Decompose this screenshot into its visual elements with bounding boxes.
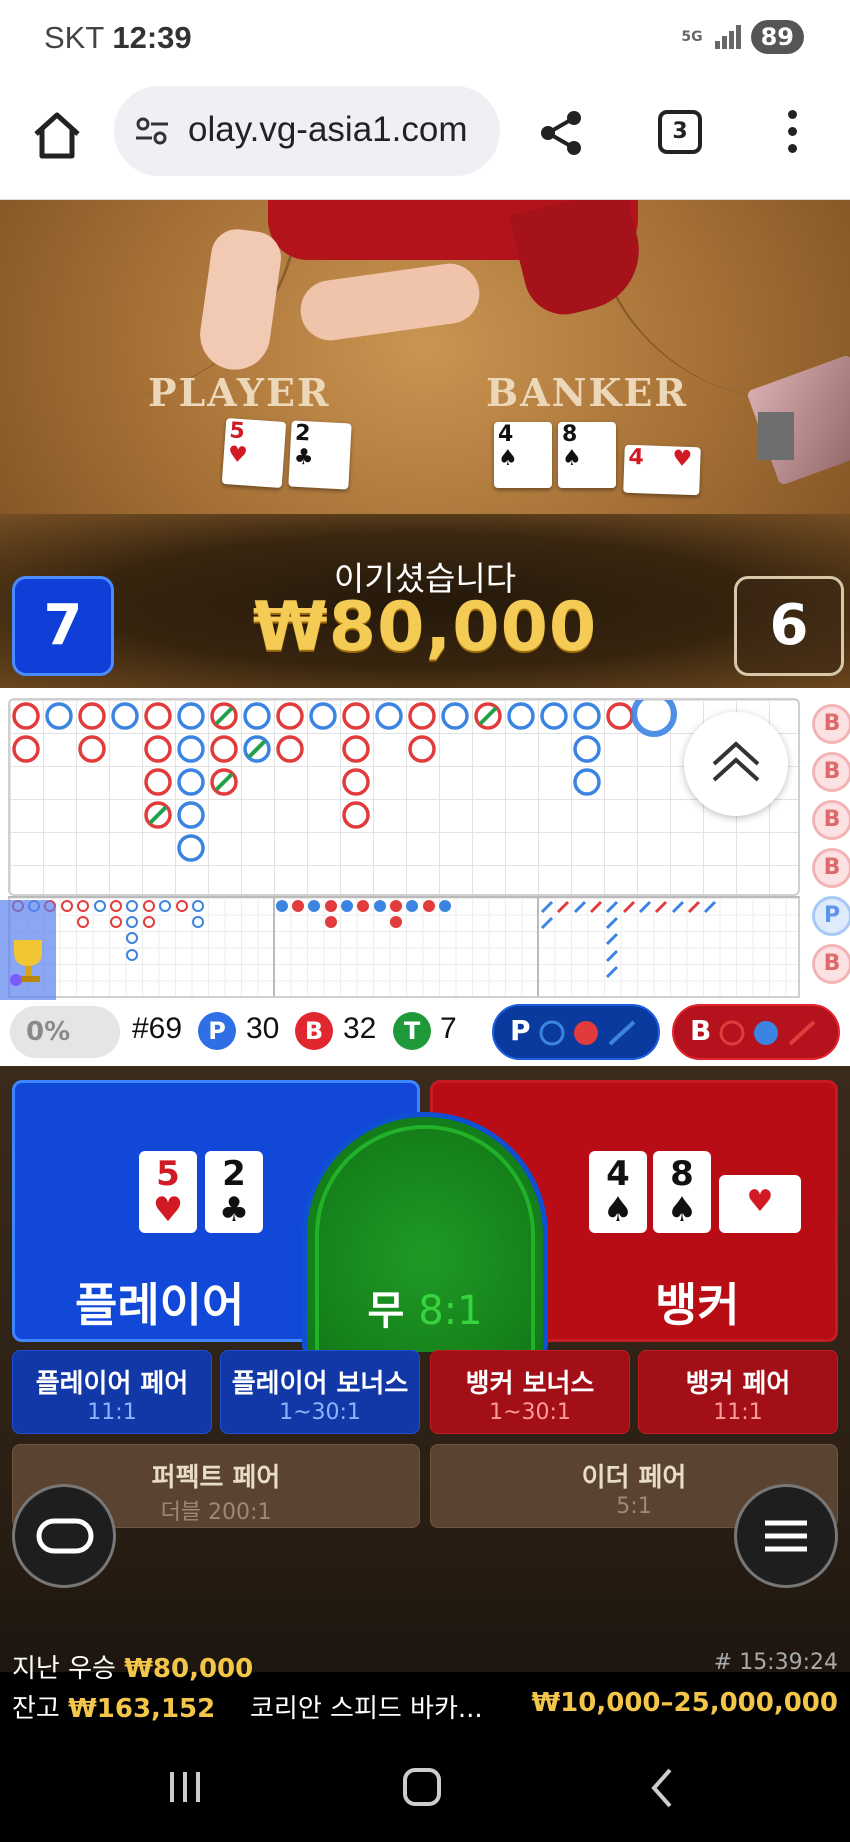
banker-card: ♥ (719, 1175, 801, 1233)
player-card: 5 ♥ (139, 1151, 197, 1233)
stats-bar: 0% #69 P 30 B 32 T 7 P B (0, 1000, 850, 1066)
chat-button[interactable] (12, 1484, 116, 1588)
player-bonus-bet[interactable]: 플레이어 보너스 1~30:1 (220, 1350, 420, 1434)
table-card: 4 ♥ (623, 444, 701, 496)
last-win: 지난 우승 ₩80,000 (12, 1654, 254, 1684)
banker-count-icon: B (295, 1012, 333, 1050)
derived-roads[interactable] (8, 896, 800, 998)
banker-bonus-bet[interactable]: 뱅커 보너스 1~30:1 (430, 1350, 630, 1434)
banker-predict-button[interactable]: B (672, 1004, 840, 1060)
chat-icon (36, 1518, 94, 1554)
bead-item: B (812, 704, 850, 744)
network-5g-icon: 5G (681, 29, 703, 45)
player-count-icon: P (198, 1012, 236, 1050)
bead-item: B (812, 944, 850, 984)
bead-item: B (812, 752, 850, 792)
table-card: 2 ♣ (288, 420, 352, 490)
banker-score: 6 (734, 576, 844, 676)
banker-pair-bet[interactable]: 뱅커 페어 11:1 (638, 1350, 838, 1434)
table-card: 8 ♠ (558, 422, 616, 488)
site-settings-icon[interactable] (134, 116, 170, 146)
tab-switcher-button[interactable]: 3 (658, 110, 702, 154)
player-count: 30 (246, 1012, 280, 1045)
clock: 12:39 (112, 20, 192, 55)
betting-area: 5 ♥ 2 ♣ 플레이어 4 ♠ 8 ♠ ♥ 뱅커 무 8:1 플레이어 페어 11:1… (0, 1066, 850, 1672)
banker-card: 8 ♠ (653, 1151, 711, 1233)
menu-button[interactable] (734, 1484, 838, 1588)
balance: 잔고 ₩163,152 (12, 1694, 216, 1724)
player-score: 7 (12, 576, 114, 676)
carrier: SKT (44, 20, 104, 55)
url-text: olay.vg-asia1.com (188, 110, 468, 149)
progress-percent: 0% (10, 1006, 120, 1058)
last-win-amount: ₩80,000 (124, 1654, 254, 1684)
collapse-roadmap-button[interactable] (684, 712, 788, 816)
bead-road-strip: B B B B P B (808, 698, 850, 998)
address-bar[interactable]: olay.vg-asia1.com (114, 86, 500, 176)
more-menu-icon[interactable] (782, 110, 802, 160)
bet-limits: ₩10,000–25,000,000 (531, 1688, 839, 1718)
banker-card: 4 ♠ (589, 1151, 647, 1233)
hamburger-icon (765, 1520, 807, 1552)
back-icon (651, 1768, 672, 1808)
status-bar: SKT 12:39 5G 89 (0, 0, 850, 80)
table-card: 5 ♥ (221, 417, 287, 489)
share-icon[interactable] (536, 108, 586, 158)
bead-item: B (812, 800, 850, 840)
status-carrier-time: SKT 12:39 (44, 20, 192, 56)
recent-apps-icon (170, 1772, 200, 1802)
predict-icons (719, 1020, 816, 1046)
dealer-hand (296, 259, 484, 345)
bead-item: B (812, 848, 850, 888)
big-road[interactable] (8, 698, 800, 896)
table-name: 코리안 스피드 바카... (250, 1694, 483, 1724)
tie-bet-label: 무 8:1 (367, 1288, 483, 1334)
system-nav-bar (0, 1730, 850, 1842)
player-predict-button[interactable]: P (492, 1004, 660, 1060)
balance-amount: ₩163,152 (68, 1694, 216, 1724)
round-number: #69 (132, 1012, 183, 1045)
table-banker-label: BANKER (486, 370, 688, 415)
home-icon[interactable] (30, 108, 84, 162)
bead-item: P (812, 896, 850, 936)
player-pair-bet[interactable]: 플레이어 페어 11:1 (12, 1350, 212, 1434)
derived-road-marks (12, 900, 717, 979)
table-card: 4 ♠ (494, 422, 552, 488)
win-amount: ₩80,000 (252, 588, 598, 667)
tie-odds: 8:1 (418, 1288, 483, 1334)
battery-indicator: 89 (750, 20, 804, 54)
signal-icon (713, 25, 741, 49)
game-info-footer: 지난 우승 ₩80,000 # 15:39:24 잔고 ₩163,152 코리안… (0, 1638, 850, 1738)
round-timestamp: # 15:39:24 (713, 1650, 838, 1675)
player-card: 2 ♣ (205, 1151, 263, 1233)
status-icons: 5G 89 (681, 20, 804, 54)
nav-icons (170, 1768, 672, 1808)
table-player-label: PLAYER (148, 370, 331, 415)
predict-icons (539, 1020, 636, 1046)
home-nav-icon (403, 1768, 441, 1806)
big-road-marks (12, 700, 677, 862)
tie-count: 7 (440, 1012, 457, 1045)
banker-count: 32 (343, 1012, 377, 1045)
browser-toolbar: olay.vg-asia1.com 3 (0, 80, 850, 200)
tie-count-icon: T (393, 1012, 431, 1050)
